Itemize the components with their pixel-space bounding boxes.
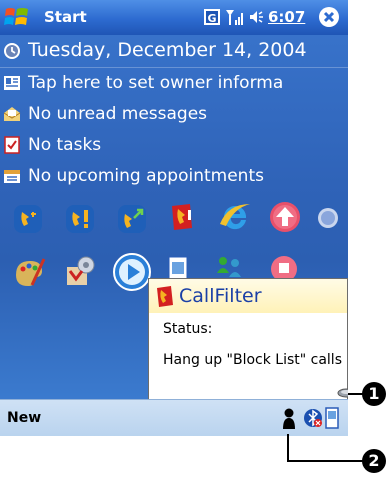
windows-start-icon[interactable] (4, 5, 30, 29)
internet-explorer-icon[interactable] (218, 198, 252, 232)
up-arrow-icon[interactable] (268, 200, 302, 234)
collapse-toggle-icon[interactable] (337, 388, 348, 398)
bluetooth-off-icon[interactable] (303, 408, 323, 428)
callfilter-tray-icon[interactable] (282, 408, 296, 430)
phone-program-icon[interactable] (12, 202, 46, 236)
appointments-text: No upcoming appointments (28, 166, 264, 186)
paint-palette-icon[interactable] (12, 255, 46, 289)
notification-title: CallFilter (179, 285, 262, 307)
callout-2: 2 (362, 449, 386, 473)
tasks-row[interactable]: No tasks (0, 130, 348, 161)
callfilter-notification: CallFilter Status: Hang up "Block List" … (148, 278, 348, 412)
connectivity-icon[interactable] (324, 407, 340, 429)
signal-box-icon[interactable]: G (203, 8, 221, 26)
calendar-icon (4, 170, 20, 183)
owner-info-row[interactable]: Tap here to set owner informa (0, 68, 348, 99)
svg-text:G: G (207, 12, 216, 25)
owner-card-icon (4, 76, 20, 90)
phone-forward-icon[interactable] (116, 202, 150, 236)
start-menu-label[interactable]: Start (44, 8, 87, 26)
sync-icon[interactable] (316, 206, 340, 230)
owner-info-text: Tap here to set owner informa (28, 73, 284, 93)
signal-strength-icon[interactable] (225, 8, 245, 26)
tasks-text: No tasks (28, 135, 102, 155)
new-button[interactable]: New (7, 410, 41, 426)
pocket-pc-screen: Start G 6:07 Tuesday, December 14, 2004 … (0, 0, 348, 436)
media-player-icon[interactable] (112, 252, 152, 292)
callout-line-2-horizontal (287, 460, 365, 462)
envelope-icon (3, 107, 21, 121)
media-program-icon[interactable] (64, 255, 98, 289)
callout-line-2-vertical (287, 434, 289, 462)
menu-bar: New (0, 399, 348, 436)
close-icon[interactable] (318, 6, 340, 28)
callfilter-program-icon[interactable] (168, 200, 202, 234)
callout-1: 1 (362, 382, 386, 406)
pink-program-icon[interactable] (270, 255, 298, 279)
date-text: Tuesday, December 14, 2004 (28, 39, 307, 61)
tasks-checkbox-icon (4, 136, 20, 154)
notification-message: Hang up "Block List" calls (163, 352, 342, 368)
messages-text: No unread messages (28, 104, 208, 124)
clock-icon (4, 43, 20, 59)
notification-header: CallFilter (149, 279, 347, 313)
contacts-icon[interactable] (216, 255, 242, 279)
title-bar: Start G 6:07 (0, 0, 348, 35)
notification-status-label: Status: (163, 321, 213, 337)
callfilter-icon (157, 286, 173, 307)
today-date-row[interactable]: Tuesday, December 14, 2004 (0, 36, 348, 67)
clock-time[interactable]: 6:07 (268, 8, 305, 26)
volume-icon[interactable] (248, 8, 266, 26)
phone-alert-icon[interactable] (64, 202, 98, 236)
appointments-row[interactable]: No upcoming appointments (0, 161, 348, 192)
messages-row[interactable]: No unread messages (0, 99, 348, 130)
